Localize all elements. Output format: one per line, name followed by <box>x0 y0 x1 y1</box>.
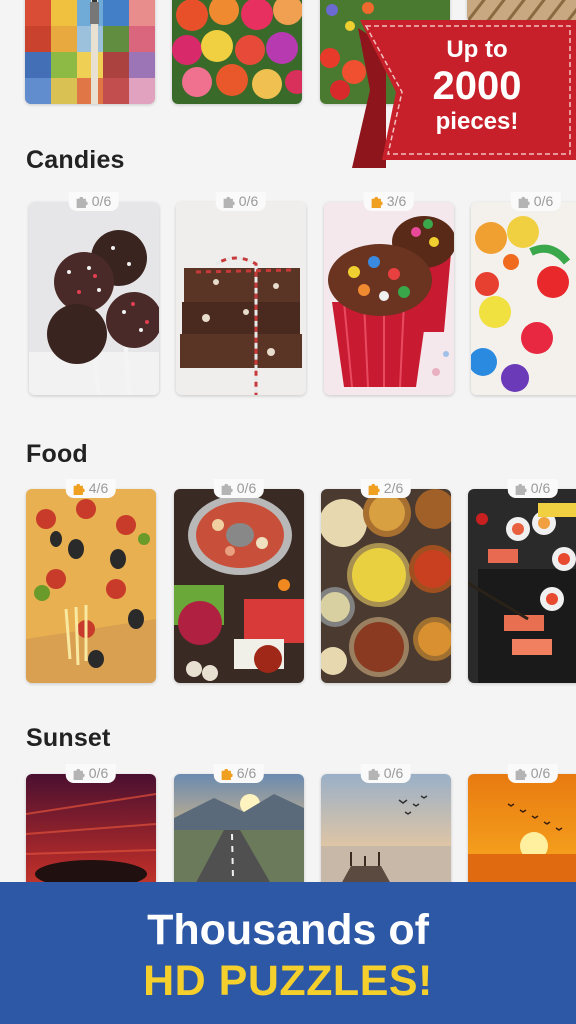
puzzle-piece-icon <box>518 196 530 208</box>
promo-line-1: Up to <box>446 36 508 63</box>
section-title-food: Food <box>26 440 88 468</box>
puzzle-gallery-screen: Up to 2000 pieces! Candies 0/6 0/6 3/6 0… <box>0 0 576 1024</box>
progress-badge: 0/6 <box>507 764 559 783</box>
puzzle-card-pizza[interactable]: 4/6 <box>26 479 156 683</box>
progress-badge: 2/6 <box>360 479 412 498</box>
progress-badge: 0/6 <box>215 192 267 211</box>
progress-badge: 0/6 <box>360 764 412 783</box>
puzzle-card-paint-palette[interactable] <box>25 0 155 104</box>
puzzle-piece-icon <box>76 196 88 208</box>
puzzle-piece-icon <box>515 768 527 780</box>
puzzle-piece-icon <box>368 768 380 780</box>
banner-highlight: HD PUZZLES! <box>143 957 433 1005</box>
progress-badge: 0/6 <box>65 764 117 783</box>
progress-badge: 6/6 <box>213 764 265 783</box>
puzzle-card-chocolate-fudge[interactable]: 0/6 <box>176 192 306 395</box>
puzzle-piece-icon <box>223 196 235 208</box>
progress-badge: 3/6 <box>363 192 415 211</box>
section-title-sunset: Sunset <box>26 724 111 752</box>
puzzle-piece-icon <box>221 483 233 495</box>
puzzle-card-sushi[interactable]: 0/6 <box>468 479 576 683</box>
puzzle-piece-icon <box>515 483 527 495</box>
puzzle-card-cake-pops[interactable]: 0/6 <box>29 192 159 395</box>
puzzle-piece-icon <box>368 483 380 495</box>
puzzle-card-gummy-candies[interactable]: 0/6 <box>471 192 576 395</box>
puzzle-card-stripes[interactable] <box>467 0 576 22</box>
progress-badge: 0/6 <box>507 479 559 498</box>
section-title-candies: Candies <box>26 146 125 174</box>
puzzle-card-cupcakes[interactable]: 3/6 <box>324 192 454 395</box>
progress-badge: 4/6 <box>65 479 117 498</box>
puzzle-card-curry-dishes[interactable]: 2/6 <box>321 479 451 683</box>
progress-badge: 0/6 <box>213 479 265 498</box>
puzzle-piece-icon <box>73 768 85 780</box>
promo-ribbon: Up to 2000 pieces! <box>352 20 576 168</box>
bottom-banner: Thousands of HD PUZZLES! <box>0 882 576 1024</box>
promo-line-3: pieces! <box>435 108 519 135</box>
banner-headline: Thousands of <box>147 906 429 954</box>
puzzle-card-hot-pot[interactable]: 0/6 <box>174 479 304 683</box>
promo-line-2: 2000 <box>432 64 522 108</box>
puzzle-card-roses[interactable] <box>172 0 302 104</box>
puzzle-piece-icon <box>221 768 233 780</box>
puzzle-piece-icon <box>371 196 383 208</box>
progress-badge: 0/6 <box>510 192 562 211</box>
progress-badge: 0/6 <box>68 192 120 211</box>
puzzle-piece-icon <box>73 483 85 495</box>
